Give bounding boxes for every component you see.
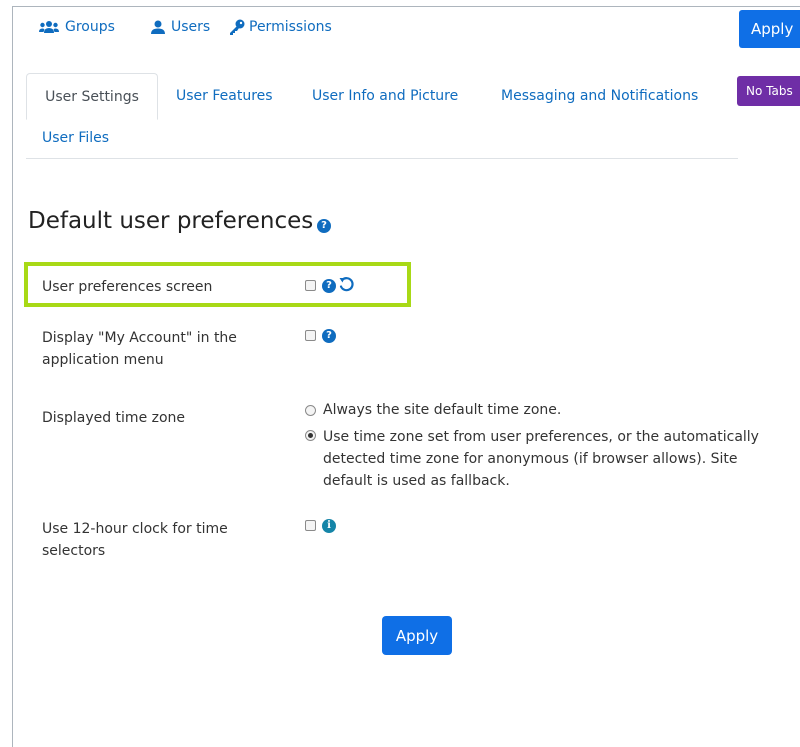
help-icon[interactable]: ? <box>317 219 331 233</box>
apply-button-bottom[interactable]: Apply <box>382 616 452 655</box>
tab-user-features[interactable]: User Features <box>176 88 273 104</box>
display-my-account-label: Display "My Account" in the application … <box>42 327 237 371</box>
permissions-link[interactable]: Permissions <box>229 19 332 35</box>
tz-site-default-label: Always the site default time zone. <box>323 402 562 418</box>
user-preferences-screen-checkbox[interactable] <box>305 280 316 291</box>
twelve-hour-clock-line1: Use 12-hour clock for time <box>42 521 228 537</box>
twelve-hour-clock-checkbox[interactable] <box>305 520 316 531</box>
info-icon[interactable]: i <box>322 519 336 533</box>
help-icon[interactable]: ? <box>322 329 336 343</box>
displayed-time-zone-label: Displayed time zone <box>42 410 186 426</box>
display-my-account-checkbox[interactable] <box>305 330 316 341</box>
twelve-hour-clock-label: Use 12-hour clock for time selectors <box>42 518 228 562</box>
user-icon <box>151 20 165 34</box>
display-my-account-line1: Display "My Account" in the <box>42 330 237 346</box>
permissions-label: Permissions <box>249 19 332 35</box>
apply-button-top[interactable]: Apply <box>739 10 800 48</box>
key-icon <box>229 19 245 35</box>
tz-user-preference-label: Use time zone set from user preferences,… <box>323 426 759 492</box>
display-my-account-line2: application menu <box>42 352 164 368</box>
tab-messaging-and-notifications[interactable]: Messaging and Notifications <box>501 88 698 104</box>
tz-site-default-radio[interactable] <box>305 405 316 416</box>
users-label: Users <box>171 19 211 35</box>
tz-option2-line1: Use time zone set from user preferences,… <box>323 429 759 445</box>
users-link[interactable]: Users <box>151 19 210 35</box>
tabs-divider <box>26 158 738 159</box>
groups-icon <box>39 20 59 34</box>
groups-link[interactable]: Groups <box>39 19 115 35</box>
user-preferences-screen-label: User preferences screen <box>42 279 213 295</box>
section-title-text: Default user preferences <box>28 208 314 234</box>
tz-user-preference-radio[interactable] <box>305 430 316 441</box>
tab-user-files[interactable]: User Files <box>42 130 109 146</box>
tz-option2-line3: default is used as fallback. <box>323 473 510 489</box>
section-title: Default user preferences <box>28 208 313 234</box>
reset-icon[interactable] <box>338 276 355 297</box>
twelve-hour-clock-line2: selectors <box>42 543 106 559</box>
tab-user-info-and-picture[interactable]: User Info and Picture <box>312 88 458 104</box>
tz-option2-line2: detected time zone for anonymous (if bro… <box>323 451 738 467</box>
no-tabs-button[interactable]: No Tabs <box>737 76 800 106</box>
help-icon[interactable]: ? <box>322 279 336 293</box>
groups-label: Groups <box>65 19 115 35</box>
tab-user-settings[interactable]: User Settings <box>26 73 158 120</box>
